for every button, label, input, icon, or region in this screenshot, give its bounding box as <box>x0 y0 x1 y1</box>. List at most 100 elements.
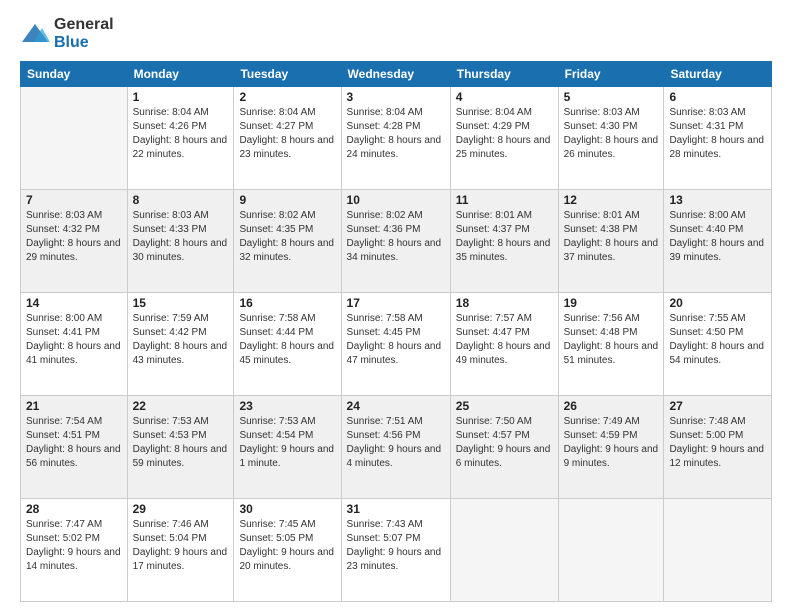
weekday-header-saturday: Saturday <box>664 62 772 87</box>
day-info: Sunrise: 7:53 AMSunset: 4:54 PMDaylight:… <box>239 415 335 471</box>
day-info: Sunrise: 7:54 AMSunset: 4:51 PMDaylight:… <box>26 415 122 471</box>
day-info: Sunrise: 7:49 AMSunset: 4:59 PMDaylight:… <box>564 415 659 471</box>
day-info: Sunrise: 8:03 AMSunset: 4:33 PMDaylight:… <box>133 209 229 265</box>
day-number: 25 <box>456 399 553 413</box>
day-info: Sunrise: 8:03 AMSunset: 4:30 PMDaylight:… <box>564 106 659 162</box>
calendar-table: SundayMondayTuesdayWednesdayThursdayFrid… <box>20 61 772 602</box>
day-number: 30 <box>239 502 335 516</box>
day-info: Sunrise: 7:45 AMSunset: 5:05 PMDaylight:… <box>239 518 335 574</box>
calendar-cell: 27 Sunrise: 7:48 AMSunset: 5:00 PMDayligh… <box>664 396 772 499</box>
calendar-cell: 11 Sunrise: 8:01 AMSunset: 4:37 PMDayligh… <box>450 190 558 293</box>
day-number: 15 <box>133 296 229 310</box>
day-number: 4 <box>456 90 553 104</box>
day-number: 9 <box>239 193 335 207</box>
calendar-cell <box>450 499 558 602</box>
day-info: Sunrise: 8:04 AMSunset: 4:27 PMDaylight:… <box>239 106 335 162</box>
day-number: 29 <box>133 502 229 516</box>
calendar-cell: 7 Sunrise: 8:03 AMSunset: 4:32 PMDaylight… <box>21 190 128 293</box>
calendar-cell: 28 Sunrise: 7:47 AMSunset: 5:02 PMDayligh… <box>21 499 128 602</box>
day-number: 31 <box>347 502 445 516</box>
calendar-cell: 30 Sunrise: 7:45 AMSunset: 5:05 PMDayligh… <box>234 499 341 602</box>
day-number: 2 <box>239 90 335 104</box>
logo-text: General Blue <box>54 16 114 51</box>
logo: General Blue <box>20 16 114 51</box>
day-number: 28 <box>26 502 122 516</box>
day-number: 23 <box>239 399 335 413</box>
weekday-header-row: SundayMondayTuesdayWednesdayThursdayFrid… <box>21 62 772 87</box>
day-number: 18 <box>456 296 553 310</box>
day-number: 14 <box>26 296 122 310</box>
calendar-cell: 25 Sunrise: 7:50 AMSunset: 4:57 PMDayligh… <box>450 396 558 499</box>
day-number: 24 <box>347 399 445 413</box>
calendar-cell: 18 Sunrise: 7:57 AMSunset: 4:47 PMDayligh… <box>450 293 558 396</box>
day-info: Sunrise: 8:00 AMSunset: 4:40 PMDaylight:… <box>669 209 766 265</box>
calendar-week-row: 28 Sunrise: 7:47 AMSunset: 5:02 PMDayligh… <box>21 499 772 602</box>
day-info: Sunrise: 8:03 AMSunset: 4:31 PMDaylight:… <box>669 106 766 162</box>
logo-icon <box>20 22 50 46</box>
day-info: Sunrise: 8:02 AMSunset: 4:35 PMDaylight:… <box>239 209 335 265</box>
day-number: 1 <box>133 90 229 104</box>
page: General Blue SundayMondayTuesdayWednesda… <box>0 0 792 612</box>
day-info: Sunrise: 8:00 AMSunset: 4:41 PMDaylight:… <box>26 312 122 368</box>
weekday-header-friday: Friday <box>558 62 664 87</box>
day-number: 3 <box>347 90 445 104</box>
day-info: Sunrise: 8:04 AMSunset: 4:26 PMDaylight:… <box>133 106 229 162</box>
calendar-cell: 21 Sunrise: 7:54 AMSunset: 4:51 PMDayligh… <box>21 396 128 499</box>
day-info: Sunrise: 8:02 AMSunset: 4:36 PMDaylight:… <box>347 209 445 265</box>
day-info: Sunrise: 7:53 AMSunset: 4:53 PMDaylight:… <box>133 415 229 471</box>
weekday-header-monday: Monday <box>127 62 234 87</box>
calendar-cell: 5 Sunrise: 8:03 AMSunset: 4:30 PMDaylight… <box>558 87 664 190</box>
calendar-cell: 10Sunrise: 8:02 AMSunset: 4:36 PMDayligh… <box>341 190 450 293</box>
calendar-week-row: 7 Sunrise: 8:03 AMSunset: 4:32 PMDaylight… <box>21 190 772 293</box>
day-number: 17 <box>347 296 445 310</box>
day-info: Sunrise: 7:46 AMSunset: 5:04 PMDaylight:… <box>133 518 229 574</box>
day-info: Sunrise: 8:03 AMSunset: 4:32 PMDaylight:… <box>26 209 122 265</box>
calendar-cell: 23 Sunrise: 7:53 AMSunset: 4:54 PMDayligh… <box>234 396 341 499</box>
day-number: 26 <box>564 399 659 413</box>
day-number: 16 <box>239 296 335 310</box>
calendar-cell: 17Sunrise: 7:58 AMSunset: 4:45 PMDayligh… <box>341 293 450 396</box>
calendar-cell: 29 Sunrise: 7:46 AMSunset: 5:04 PMDayligh… <box>127 499 234 602</box>
calendar-week-row: 21 Sunrise: 7:54 AMSunset: 4:51 PMDayligh… <box>21 396 772 499</box>
day-number: 7 <box>26 193 122 207</box>
day-number: 6 <box>669 90 766 104</box>
calendar-cell: 3Sunrise: 8:04 AMSunset: 4:28 PMDaylight… <box>341 87 450 190</box>
day-info: Sunrise: 7:48 AMSunset: 5:00 PMDaylight:… <box>669 415 766 471</box>
day-info: Sunrise: 7:43 AMSunset: 5:07 PMDaylight:… <box>347 518 445 574</box>
weekday-header-sunday: Sunday <box>21 62 128 87</box>
day-number: 12 <box>564 193 659 207</box>
calendar-week-row: 14 Sunrise: 8:00 AMSunset: 4:41 PMDayligh… <box>21 293 772 396</box>
calendar-cell: 16Sunrise: 7:58 AMSunset: 4:44 PMDayligh… <box>234 293 341 396</box>
day-number: 21 <box>26 399 122 413</box>
calendar-cell: 20 Sunrise: 7:55 AMSunset: 4:50 PMDayligh… <box>664 293 772 396</box>
calendar-cell: 15 Sunrise: 7:59 AMSunset: 4:42 PMDayligh… <box>127 293 234 396</box>
day-number: 5 <box>564 90 659 104</box>
day-info: Sunrise: 8:01 AMSunset: 4:37 PMDaylight:… <box>456 209 553 265</box>
calendar-cell: 6 Sunrise: 8:03 AMSunset: 4:31 PMDaylight… <box>664 87 772 190</box>
calendar-cell: 31 Sunrise: 7:43 AMSunset: 5:07 PMDayligh… <box>341 499 450 602</box>
weekday-header-thursday: Thursday <box>450 62 558 87</box>
calendar-cell: 22Sunrise: 7:53 AMSunset: 4:53 PMDayligh… <box>127 396 234 499</box>
calendar-cell: 2 Sunrise: 8:04 AMSunset: 4:27 PMDaylight… <box>234 87 341 190</box>
day-info: Sunrise: 7:59 AMSunset: 4:42 PMDaylight:… <box>133 312 229 368</box>
weekday-header-tuesday: Tuesday <box>234 62 341 87</box>
calendar-cell <box>664 499 772 602</box>
calendar-cell: 24 Sunrise: 7:51 AMSunset: 4:56 PMDayligh… <box>341 396 450 499</box>
day-info: Sunrise: 7:56 AMSunset: 4:48 PMDaylight:… <box>564 312 659 368</box>
calendar-cell <box>21 87 128 190</box>
header: General Blue <box>20 16 772 51</box>
day-number: 20 <box>669 296 766 310</box>
calendar-cell <box>558 499 664 602</box>
day-info: Sunrise: 7:57 AMSunset: 4:47 PMDaylight:… <box>456 312 553 368</box>
day-number: 27 <box>669 399 766 413</box>
calendar-cell: 12Sunrise: 8:01 AMSunset: 4:38 PMDayligh… <box>558 190 664 293</box>
day-info: Sunrise: 7:51 AMSunset: 4:56 PMDaylight:… <box>347 415 445 471</box>
calendar-cell: 4Sunrise: 8:04 AMSunset: 4:29 PMDaylight… <box>450 87 558 190</box>
day-info: Sunrise: 7:47 AMSunset: 5:02 PMDaylight:… <box>26 518 122 574</box>
day-info: Sunrise: 7:55 AMSunset: 4:50 PMDaylight:… <box>669 312 766 368</box>
day-number: 19 <box>564 296 659 310</box>
calendar-cell: 8Sunrise: 8:03 AMSunset: 4:33 PMDaylight… <box>127 190 234 293</box>
day-number: 11 <box>456 193 553 207</box>
day-number: 13 <box>669 193 766 207</box>
day-info: Sunrise: 7:50 AMSunset: 4:57 PMDaylight:… <box>456 415 553 471</box>
